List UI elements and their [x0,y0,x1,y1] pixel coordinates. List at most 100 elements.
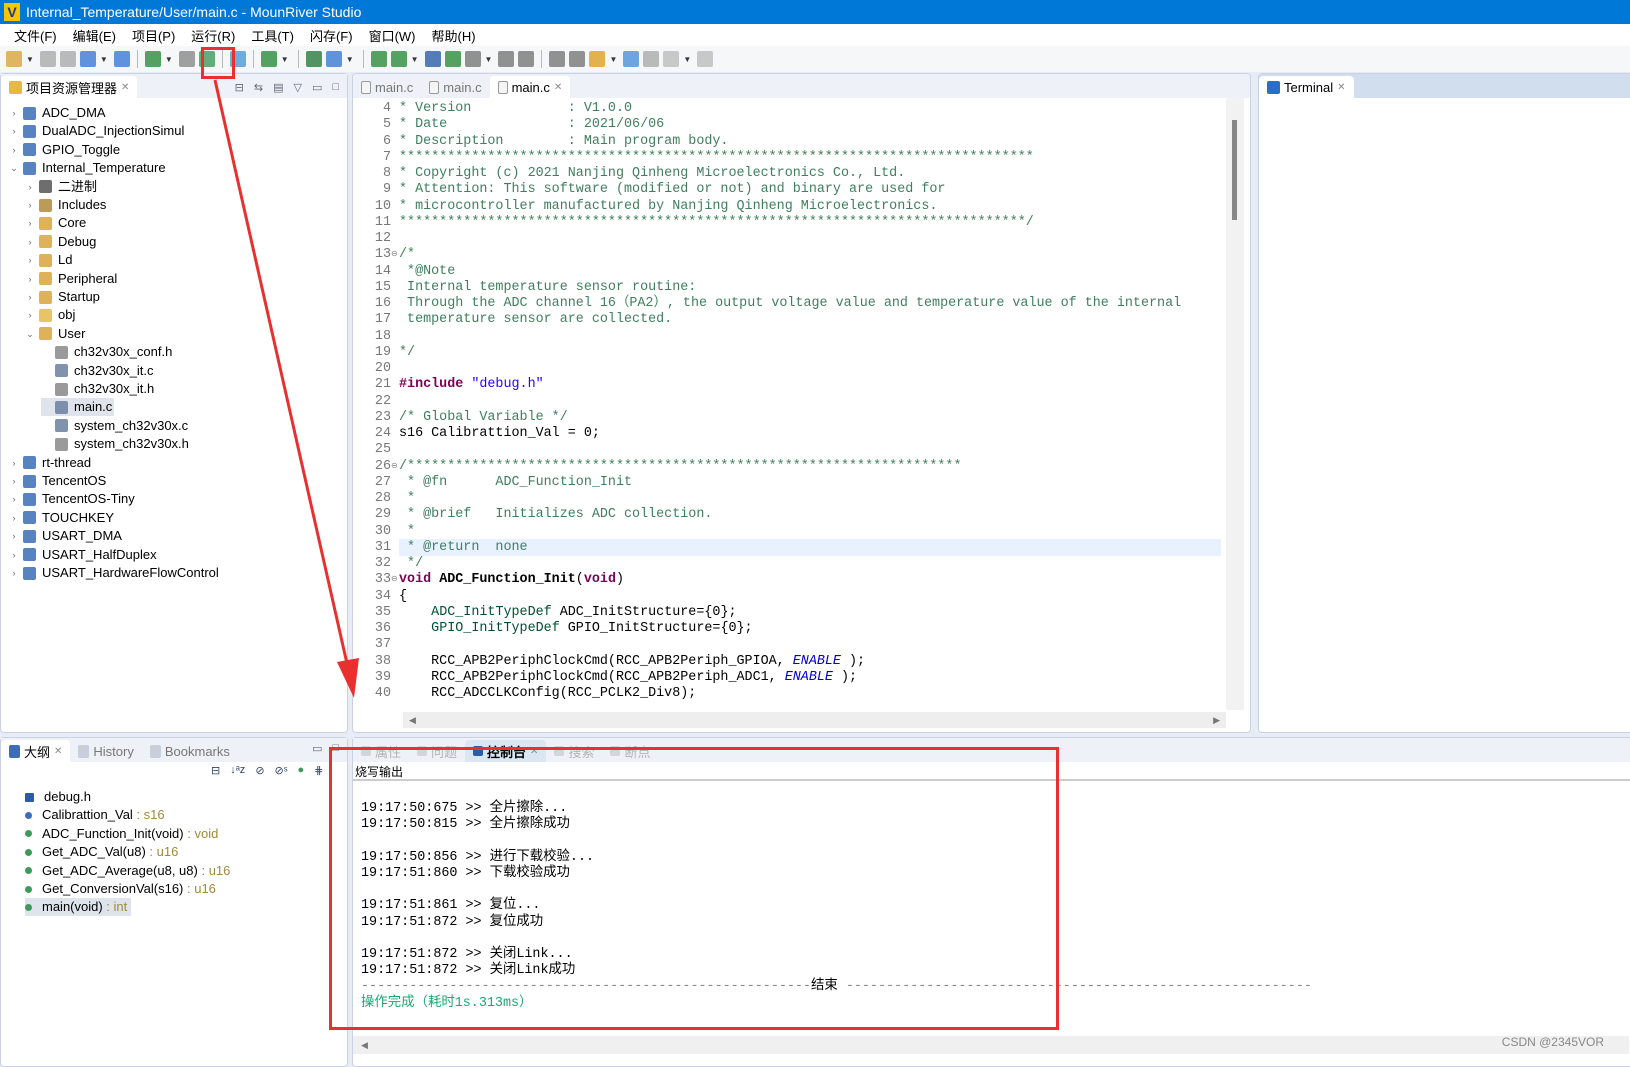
tab-editor-file[interactable]: main.c [353,76,421,98]
dropdown-arrow-icon[interactable]: ▼ [281,55,289,64]
tree-item[interactable]: › USART_DMA [9,527,124,545]
menu-item[interactable]: 帮助(H) [424,26,484,45]
link-editor-icon[interactable]: ⇆ [254,81,263,94]
outline-item[interactable]: debug.h [25,788,91,806]
chevron-right-icon[interactable]: › [9,564,19,582]
dropdown-arrow-icon[interactable]: ▼ [485,55,493,64]
toolbar-button[interactable] [370,51,387,67]
tree-item[interactable]: ch32v30x_it.c [41,362,156,380]
dropdown-arrow-icon[interactable]: ▼ [346,55,354,64]
toolbar-button[interactable] [424,51,441,67]
hide-nonpublic-icon[interactable]: ● [298,764,305,777]
toolbar-button[interactable] [663,51,680,67]
tree-item[interactable]: › obj [25,306,77,324]
tree-item[interactable]: › GPIO_Toggle [9,141,122,159]
outline-item[interactable]: Calibrattion_Val : s16 [25,806,165,824]
tree-item[interactable]: ⌄ Internal_Temperature [9,159,168,177]
toolbar-button[interactable] [59,51,76,67]
menu-item[interactable]: 闪存(F) [302,26,361,45]
tree-item[interactable]: › TencentOS-Tiny [9,490,137,508]
close-icon[interactable]: ✕ [554,82,562,93]
tree-item[interactable]: › 二进制 [25,178,99,196]
close-icon[interactable]: ✕ [54,746,62,757]
menu-item[interactable]: 文件(F) [6,26,65,45]
close-icon[interactable]: ✕ [1337,82,1345,93]
outline-item[interactable]: main(void) : int [25,898,132,917]
fold-icon[interactable]: ⊖ [391,571,398,588]
dropdown-arrow-icon[interactable]: ▼ [100,55,108,64]
chevron-right-icon[interactable]: › [9,490,19,508]
tree-item[interactable]: › Includes [25,196,108,214]
toolbar-button[interactable] [113,51,130,67]
tab-editor-file[interactable]: main.c [421,76,489,98]
filter-icon[interactable]: ▤ [273,81,283,94]
chevron-right-icon[interactable]: › [9,122,19,140]
menu-item[interactable]: 窗口(W) [361,26,424,45]
chevron-right-icon[interactable]: › [9,527,19,545]
tree-item[interactable]: system_ch32v30x.c [41,417,190,435]
tab-outline[interactable]: 大纲 ✕ [1,740,71,762]
toolbar-button[interactable] [623,51,640,67]
tab-project-explorer[interactable]: 项目资源管理器 ✕ [1,76,138,98]
chevron-down-icon[interactable]: ⌄ [25,325,35,343]
chevron-right-icon[interactable]: › [25,251,35,269]
tree-item[interactable]: system_ch32v30x.h [41,435,191,453]
tree-item[interactable]: ch32v30x_conf.h [41,343,174,361]
outline-item[interactable]: Get_ConversionVal(s16) : u16 [25,880,216,898]
chevron-right-icon[interactable]: › [9,141,19,159]
tree-item[interactable]: › ADC_DMA [9,104,108,122]
toolbar-button[interactable] [178,51,195,67]
toolbar-button[interactable] [260,51,277,67]
menu-item[interactable]: 运行(R) [183,26,243,45]
tab-history[interactable]: History [70,740,141,762]
toolbar-button[interactable] [464,51,481,67]
tree-item[interactable]: ⌄ User [25,325,87,343]
horizontal-scrollbar[interactable]: ◀ ▶ [403,712,1226,728]
scroll-left-icon[interactable]: ◀ [409,712,416,728]
tree-item[interactable]: › rt-thread [9,454,93,472]
tree-item[interactable]: › Ld [25,251,74,269]
toolbar-button[interactable] [498,51,515,67]
toolbar-button[interactable] [305,51,322,67]
hide-fields-icon[interactable]: ⊘ [255,764,264,777]
toolbar-button[interactable] [325,51,342,67]
tree-item[interactable]: › DualADC_InjectionSimul [9,122,186,140]
chevron-right-icon[interactable]: › [25,306,35,324]
chevron-right-icon[interactable]: › [25,233,35,251]
chevron-right-icon[interactable]: › [25,288,35,306]
toolbar-button[interactable] [569,51,586,67]
dropdown-arrow-icon[interactable]: ▼ [609,55,617,64]
menu-item[interactable]: 工具(T) [243,26,302,45]
menu-item[interactable]: 编辑(E) [65,26,124,45]
minimize-icon[interactable]: ▭ [312,742,322,755]
chevron-right-icon[interactable]: › [9,509,19,527]
chevron-down-icon[interactable]: ⌄ [9,159,19,177]
tree-item[interactable]: › TOUCHKEY [9,509,116,527]
chevron-right-icon[interactable]: › [9,104,19,122]
code-area[interactable]: 4 * Version : V1.0.0 5 * Date : 2021/06/06 6… [353,100,1221,710]
toolbar-button[interactable] [39,51,56,67]
toolbar-button[interactable] [589,51,606,67]
collapse-all-icon[interactable]: ⊟ [235,81,244,94]
fold-icon[interactable]: ⊖ [391,246,398,263]
scroll-left-icon[interactable]: ◀ [361,1040,368,1050]
dropdown-arrow-icon[interactable]: ▼ [683,55,691,64]
toolbar-button[interactable] [549,51,566,67]
sort-icon[interactable]: ↓ᵃz [230,764,245,777]
chevron-right-icon[interactable]: › [25,270,35,288]
chevron-right-icon[interactable]: › [9,546,19,564]
dropdown-arrow-icon[interactable]: ▼ [411,55,419,64]
scroll-right-icon[interactable]: ▶ [1213,712,1220,728]
chevron-right-icon[interactable]: › [9,472,19,490]
tree-item[interactable]: › TencentOS [9,472,108,490]
outline-item[interactable]: ADC_Function_Init(void) : void [25,825,218,843]
minimize-icon[interactable]: ▭ [312,81,322,94]
tab-bookmarks[interactable]: Bookmarks [142,740,238,762]
tree-item[interactable]: › Startup [25,288,102,306]
console-horizontal-scrollbar[interactable]: ◀ [353,1036,1629,1054]
toolbar-button[interactable] [390,51,407,67]
outline-item[interactable]: Get_ADC_Val(u8) : u16 [25,843,178,861]
toolbar-button[interactable] [518,51,535,67]
fold-icon[interactable]: ⊖ [391,458,398,475]
tree-item[interactable]: › Core [25,214,88,232]
